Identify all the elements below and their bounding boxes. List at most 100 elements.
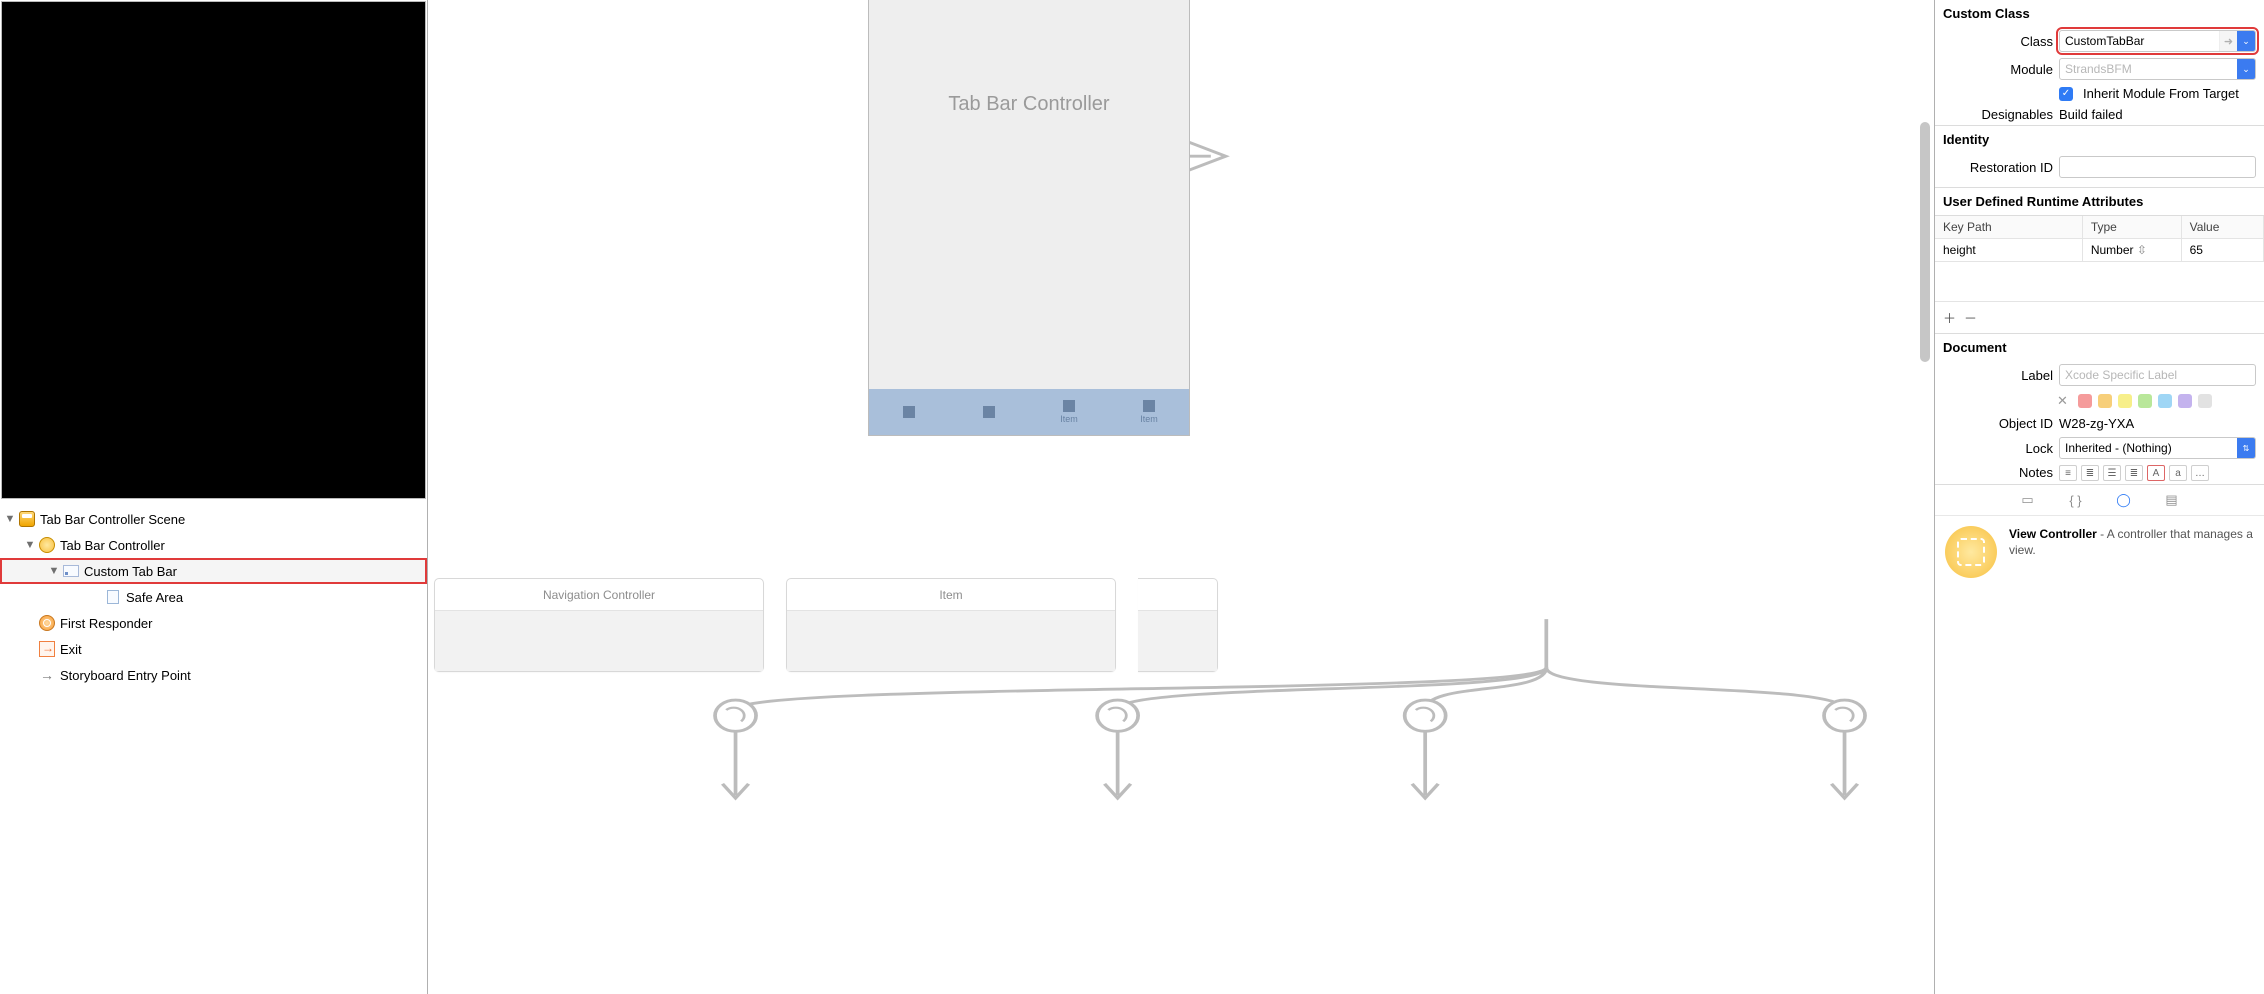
outline-exit-row[interactable]: Exit [0,636,427,662]
disclosure-triangle-icon[interactable]: ▼ [4,513,16,525]
stepper-icon[interactable]: ⇳ [2137,243,2147,257]
inherit-row[interactable]: ✓ Inherit Module From Target [1935,83,2264,104]
outline-tabbarcontroller-row[interactable]: ▼ Tab Bar Controller [0,532,427,558]
notes-label: Notes [1943,465,2053,480]
inherit-checkbox[interactable]: ✓ [2059,87,2073,101]
tab-icon [1143,400,1155,412]
class-label: Class [1943,34,2053,49]
firstresponder-icon [38,614,56,632]
tab-icon [903,406,915,418]
text-style-icon[interactable]: A [2147,465,2165,481]
canvas-scrollbar[interactable] [1918,2,1932,966]
inspector-panel: Custom Class Class CustomTabBar ➜ ⌄ Modu… [1934,0,2264,994]
label-row: Label Xcode Specific Label [1935,361,2264,389]
object-library-tab-icon[interactable]: ◯ [2113,491,2135,509]
scene-card-partial[interactable] [1138,578,1218,672]
restorationid-field[interactable] [2059,156,2256,178]
outline-label: Tab Bar Controller Scene [40,512,185,527]
font-icon[interactable]: a [2169,465,2187,481]
color-swatch[interactable] [2178,394,2192,408]
udra-header-row: Key Path Type Value [1935,216,2264,239]
disclosure-triangle-icon[interactable]: ▼ [48,565,60,577]
add-attribute-button[interactable]: ＋ [1943,308,1956,327]
color-swatch[interactable] [2198,394,2212,408]
scene-card-body [1138,611,1217,671]
outline-firstresponder-row[interactable]: First Responder [0,610,427,636]
library-item-title: View Controller [2009,527,2097,541]
doclabel-label: Label [1943,368,2053,383]
document-outline[interactable]: ▼ Tab Bar Controller Scene ▼ Tab Bar Con… [0,500,427,994]
viewcontroller-icon [38,536,56,554]
udra-type[interactable]: Number ⇳ [2083,239,2182,262]
color-swatch[interactable] [2138,394,2152,408]
tab-item[interactable] [869,389,949,435]
tab-item[interactable]: Item [1029,389,1109,435]
dropdown-arrow-icon[interactable]: ⌄ [2237,31,2255,51]
color-swatch[interactable] [2158,394,2172,408]
tab-icon [983,406,995,418]
udra-value[interactable]: 65 [2182,239,2264,262]
entrypoint-icon: → [38,666,56,684]
designables-row: Designables Build failed [1935,104,2264,125]
file-template-tab-icon[interactable]: ▭ [2017,491,2039,509]
objectid-label: Object ID [1943,416,2053,431]
media-library-tab-icon[interactable]: ▤ [2161,491,2183,509]
scene-card-navcontroller[interactable]: Navigation Controller [434,578,764,672]
scene-tabbarcontroller[interactable]: Tab Bar Controller Item Item [868,0,1190,436]
module-combobox[interactable]: StrandsBFM ⌄ [2059,58,2256,80]
udra-keypath[interactable]: height [1935,239,2083,262]
udra-h-keypath: Key Path [1935,216,2083,239]
align-right-icon[interactable]: ☰ [2103,465,2121,481]
tab-item[interactable]: Item [1109,389,1189,435]
color-swatch[interactable] [2118,394,2132,408]
lock-label: Lock [1943,441,2053,456]
align-justify-icon[interactable]: ≣ [2125,465,2143,481]
storyboard-canvas[interactable]: Tab Bar Controller Item Item Navigation … [428,0,1934,994]
doclabel-field[interactable]: Xcode Specific Label [2059,364,2256,386]
color-swatch[interactable] [2078,394,2092,408]
disclosure-triangle-icon[interactable]: ▼ [24,539,36,551]
tab-item[interactable] [949,389,1029,435]
outline-scene-row[interactable]: ▼ Tab Bar Controller Scene [0,506,427,532]
jump-to-class-icon[interactable]: ➜ [2219,31,2237,51]
class-value[interactable]: CustomTabBar [2060,31,2219,51]
scene-icon [18,510,36,528]
align-center-icon[interactable]: ≣ [2081,465,2099,481]
udra-data-row[interactable]: height Number ⇳ 65 [1935,239,2264,262]
lock-combobox[interactable]: Inherited - (Nothing) ⇅ [2059,437,2256,459]
outline-label: Storyboard Entry Point [60,668,191,683]
scene-title: Tab Bar Controller [869,93,1189,116]
restorationid-row: Restoration ID [1935,153,2264,181]
outline-label: Safe Area [126,590,183,605]
navigator-panel: ▼ Tab Bar Controller Scene ▼ Tab Bar Con… [0,0,428,994]
library-item-text: View Controller - A controller that mana… [2009,526,2254,578]
tabbar-icon [62,562,80,580]
dropdown-arrow-icon[interactable]: ⌄ [2237,59,2255,79]
color-swatch[interactable] [2098,394,2112,408]
outline-label: Custom Tab Bar [84,564,177,579]
section-title-identity: Identity [1935,126,2264,153]
udra-table[interactable]: Key Path Type Value height Number ⇳ 65 ＋… [1935,215,2264,333]
outline-label: Tab Bar Controller [60,538,165,553]
exit-icon [38,640,56,658]
notes-row: Notes ≡ ≣ ☰ ≣ A a … [1935,462,2264,484]
lock-value: Inherited - (Nothing) [2060,438,2237,458]
tab-icon [1063,400,1075,412]
scrollbar-thumb[interactable] [1920,122,1930,362]
outline-entrypoint-row[interactable]: → Storyboard Entry Point [0,662,427,688]
class-combobox[interactable]: CustomTabBar ➜ ⌄ [2059,30,2256,52]
align-left-icon[interactable]: ≡ [2059,465,2077,481]
clear-label-color-button[interactable]: ✕ [2057,393,2068,409]
library-item-viewcontroller[interactable]: View Controller - A controller that mana… [1935,515,2264,602]
code-snippet-tab-icon[interactable]: { } [2065,491,2087,509]
remove-attribute-button[interactable]: － [1964,308,1977,327]
outline-safearea-row[interactable]: Safe Area [0,584,427,610]
designables-value: Build failed [2059,107,2123,122]
more-icon[interactable]: … [2191,465,2209,481]
dropdown-updown-icon[interactable]: ⇅ [2237,438,2255,458]
module-label: Module [1943,62,2053,77]
scene-card-item[interactable]: Item [786,578,1116,672]
outline-customtabbar-row[interactable]: ▼ Custom Tab Bar [0,558,427,584]
tab-bar[interactable]: Item Item [869,389,1189,435]
lock-row: Lock Inherited - (Nothing) ⇅ [1935,434,2264,462]
